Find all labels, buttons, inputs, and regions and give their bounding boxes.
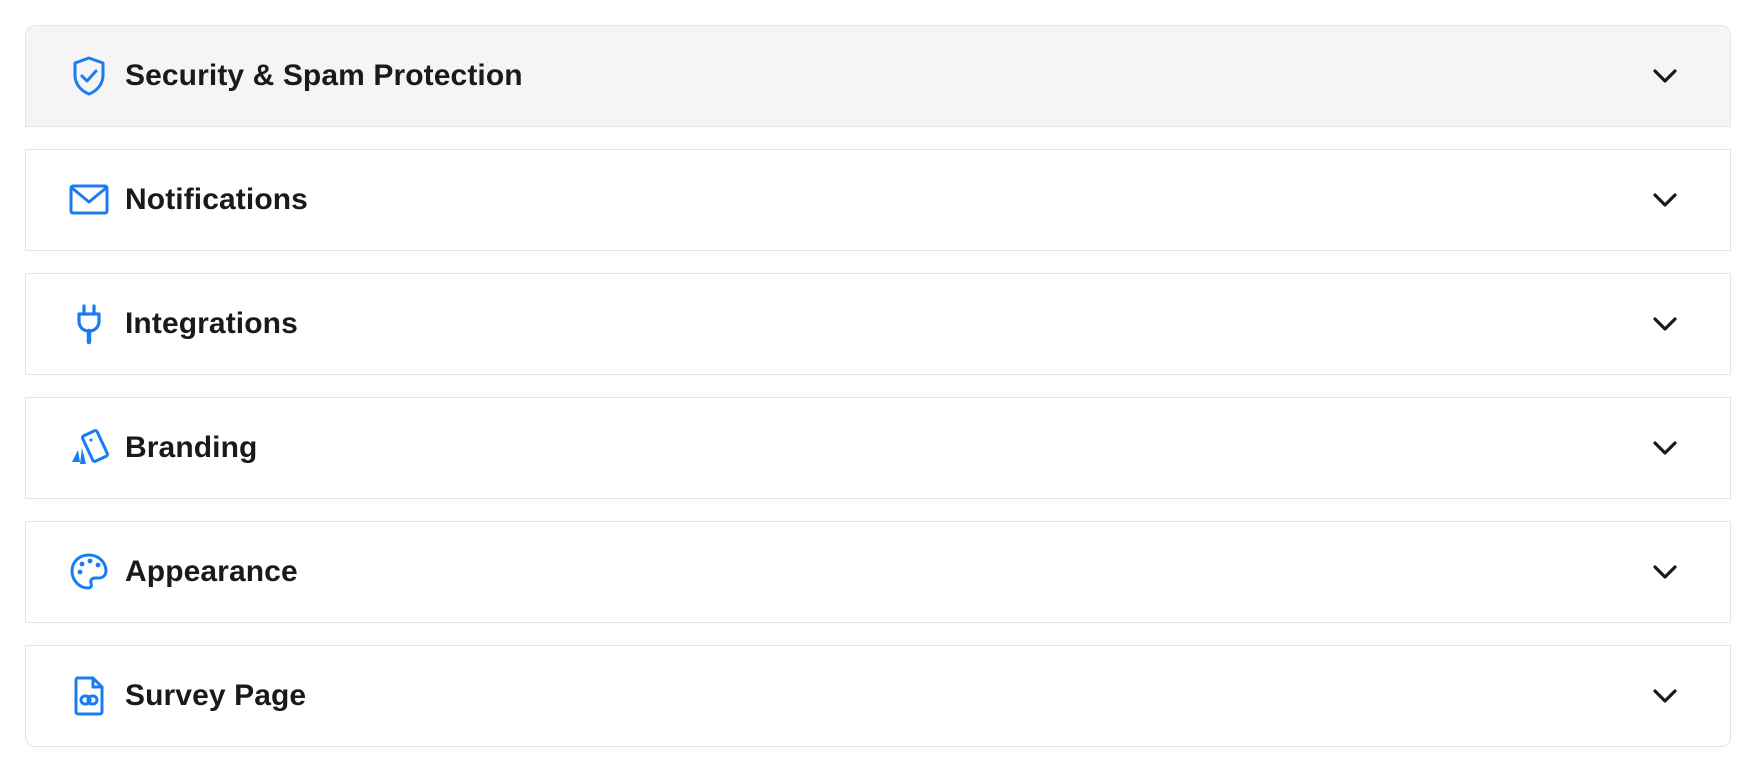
accordion-section-appearance[interactable]: Appearance [25, 521, 1731, 623]
section-label: Survey Page [125, 679, 307, 712]
section-label: Integrations [125, 307, 298, 340]
section-label: Notifications [125, 183, 308, 216]
accordion-section-integrations[interactable]: Integrations [25, 273, 1731, 375]
envelope-icon [69, 178, 109, 222]
chevron-down-icon[interactable] [1650, 433, 1680, 463]
settings-accordion: Security & Spam Protection Notifications [25, 25, 1731, 747]
file-link-icon [69, 674, 109, 718]
palette-icon [69, 550, 109, 594]
chevron-down-icon[interactable] [1650, 309, 1680, 339]
chevron-down-icon[interactable] [1650, 681, 1680, 711]
section-label: Branding [125, 431, 258, 464]
accordion-section-notifications[interactable]: Notifications [25, 149, 1731, 251]
shield-check-icon [69, 54, 109, 98]
chevron-down-icon[interactable] [1650, 185, 1680, 215]
accordion-section-survey-page[interactable]: Survey Page [25, 645, 1731, 747]
chevron-down-icon[interactable] [1650, 557, 1680, 587]
section-label: Security & Spam Protection [125, 59, 523, 92]
accordion-section-security[interactable]: Security & Spam Protection [25, 25, 1731, 127]
section-label: Appearance [125, 555, 298, 588]
plug-icon [69, 302, 109, 346]
accordion-section-branding[interactable]: Branding [25, 397, 1731, 499]
swatch-cards-icon [69, 426, 110, 470]
chevron-down-icon[interactable] [1650, 61, 1680, 91]
